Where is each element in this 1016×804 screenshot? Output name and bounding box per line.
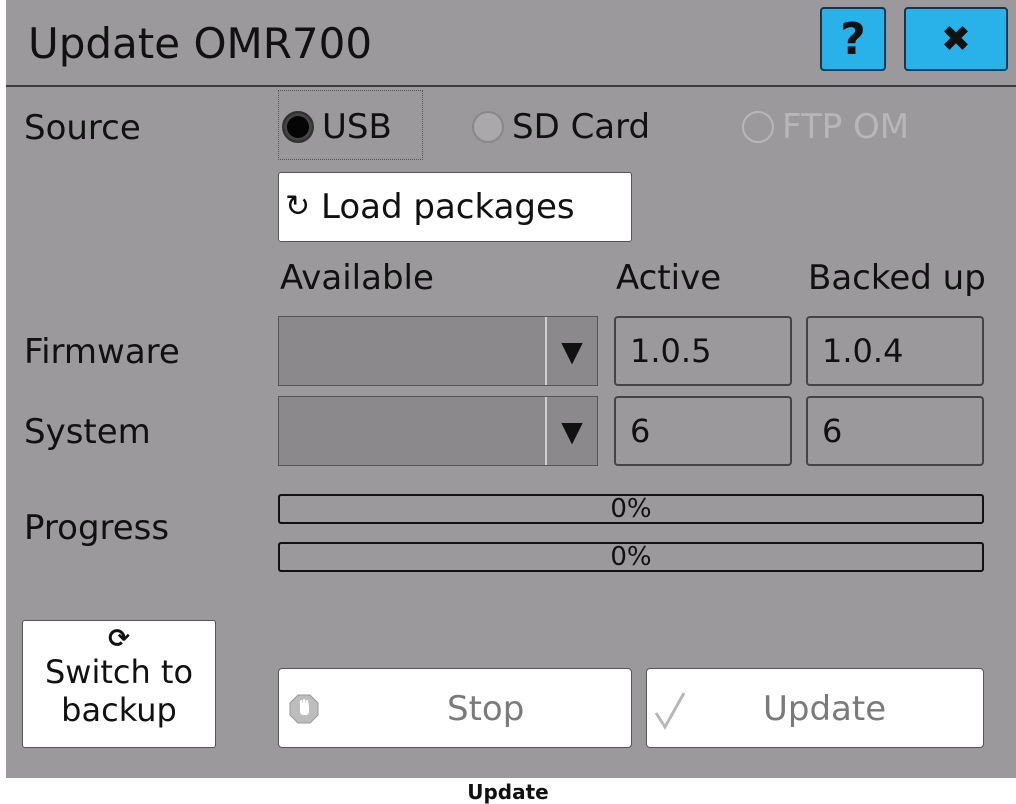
close-icon: ✖ bbox=[940, 18, 972, 60]
radio-usb-label: USB bbox=[322, 107, 392, 147]
stop-hand-icon bbox=[289, 694, 319, 724]
progress-bar-2: 0% bbox=[278, 542, 984, 572]
refresh-icon: ↻ bbox=[285, 189, 311, 224]
question-icon: ? bbox=[840, 13, 866, 65]
radio-sd-card[interactable]: SD Card bbox=[472, 107, 650, 147]
load-packages-label: Load packages bbox=[321, 187, 575, 227]
switch-to-backup-button[interactable]: ⟳ Switch to backup bbox=[22, 620, 216, 748]
firmware-available-select[interactable]: ▼ bbox=[278, 316, 598, 386]
load-packages-button[interactable]: ↻ Load packages bbox=[278, 172, 632, 242]
sync-icon: ⟳ bbox=[108, 624, 130, 654]
stop-label: Stop bbox=[447, 689, 525, 729]
system-active-field: 6 bbox=[614, 396, 792, 466]
radio-sd-card-label: SD Card bbox=[512, 107, 651, 147]
switch-line-2: backup bbox=[61, 691, 177, 729]
progress-label: Progress bbox=[24, 508, 170, 548]
stop-button[interactable]: Stop bbox=[278, 668, 632, 748]
update-button[interactable]: Update bbox=[646, 668, 984, 748]
dialog-title: Update OMR700 bbox=[28, 19, 373, 68]
radio-usb[interactable]: USB bbox=[282, 107, 392, 147]
close-button[interactable]: ✖ bbox=[904, 7, 1008, 71]
progress-text-2: 0% bbox=[610, 542, 652, 572]
radio-ftp-om[interactable]: FTP OM bbox=[742, 107, 909, 147]
system-backed-up-field: 6 bbox=[806, 396, 984, 466]
radio-ftp-om-label: FTP OM bbox=[782, 107, 910, 147]
progress-text-1: 0% bbox=[610, 494, 652, 524]
source-label: Source bbox=[24, 108, 141, 148]
column-header-backed-up: Backed up bbox=[808, 258, 986, 298]
radio-disabled-icon bbox=[742, 111, 774, 143]
radio-selected-icon bbox=[282, 111, 314, 143]
dropdown-arrow-icon[interactable]: ▼ bbox=[545, 397, 597, 465]
firmware-active-field: 1.0.5 bbox=[614, 316, 792, 386]
radio-unselected-icon bbox=[472, 111, 504, 143]
progress-bar-1: 0% bbox=[278, 494, 984, 524]
column-header-available: Available bbox=[280, 258, 434, 298]
update-label: Update bbox=[763, 689, 887, 729]
column-header-active: Active bbox=[616, 258, 722, 298]
firmware-label: Firmware bbox=[24, 332, 180, 372]
title-bar: Update OMR700 ? ✖ bbox=[6, 0, 1016, 87]
switch-line-1: Switch to bbox=[44, 653, 194, 691]
figure-caption: Update bbox=[467, 780, 549, 804]
dropdown-arrow-icon[interactable]: ▼ bbox=[545, 317, 597, 385]
firmware-backed-up-field: 1.0.4 bbox=[806, 316, 984, 386]
update-dialog: Update OMR700 ? ✖ Source USB SD Card FTP… bbox=[6, 0, 1016, 778]
system-label: System bbox=[24, 412, 151, 452]
system-available-select[interactable]: ▼ bbox=[278, 396, 598, 466]
help-button[interactable]: ? bbox=[820, 7, 886, 71]
checkmark-icon bbox=[654, 692, 686, 730]
